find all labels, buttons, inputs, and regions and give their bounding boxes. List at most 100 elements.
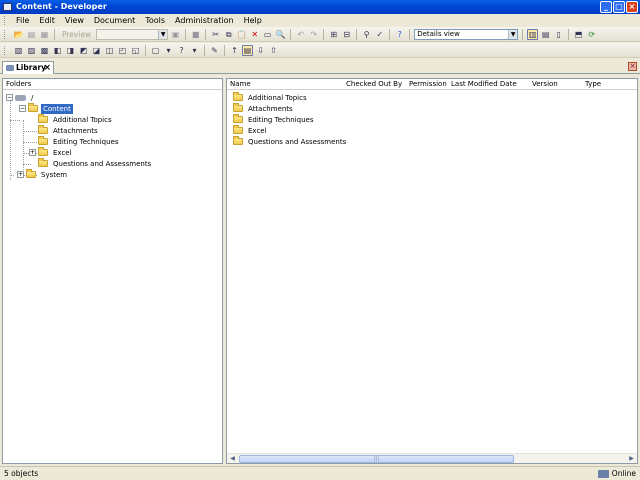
separator	[224, 44, 225, 56]
check-in-icon[interactable]: ⇩	[255, 45, 266, 56]
layout-split-icon[interactable]: ▤	[540, 29, 551, 40]
new-question-icon[interactable]: ◫	[104, 45, 115, 56]
publish-icon[interactable]: ⬒	[573, 29, 584, 40]
column-last-modified-date[interactable]: Last Modified Date	[451, 79, 517, 90]
menu-view[interactable]: View	[60, 14, 89, 27]
layout-pane-icon[interactable]: ▥	[527, 28, 539, 40]
wizard-icon[interactable]: ?	[176, 45, 187, 56]
paste-icon[interactable]: 📋	[236, 29, 247, 40]
close-tab-icon[interactable]: ×	[43, 62, 51, 74]
close-panel-icon[interactable]: ×	[628, 62, 637, 71]
menu-edit[interactable]: Edit	[34, 14, 60, 27]
tree-label: Editing Techniques	[53, 137, 119, 146]
new-web-page-icon[interactable]: ◧	[52, 45, 63, 56]
menu-file[interactable]: File	[11, 14, 34, 27]
menu-administration[interactable]: Administration	[170, 14, 239, 27]
column-name[interactable]: Name	[230, 79, 251, 90]
collapse-node-icon[interactable]: −	[6, 94, 13, 101]
open-icon[interactable]: 📂	[13, 29, 24, 40]
folder-icon	[233, 136, 243, 145]
collapse-node-icon[interactable]: −	[19, 105, 26, 112]
new-document-dropdown-icon[interactable]: ▾	[163, 45, 174, 56]
tree-item-questions-and-assessments[interactable]: Questions and Assessments	[38, 158, 153, 169]
stop-icon[interactable]: ■	[190, 29, 201, 40]
new-module-icon[interactable]: ▧	[13, 45, 24, 56]
new-section-icon[interactable]: ▨	[26, 45, 37, 56]
delete-icon[interactable]: ✕	[249, 29, 260, 40]
standard-toolbar: 📂 ▤ ▦ Preview ▼ ▣ ■ ✂ ⧉ 📋 ✕ ▭ 🔍 ↶ ↷ ⊞ ⊟ …	[0, 27, 640, 42]
tree-item-attachments[interactable]: Attachments	[38, 125, 100, 136]
help-icon[interactable]: ?	[394, 29, 405, 40]
layout-columns-icon[interactable]: ▯	[553, 29, 564, 40]
column-type[interactable]: Type	[585, 79, 601, 90]
tree-item-system[interactable]: + System	[17, 169, 69, 180]
new-role-icon[interactable]: ◪	[91, 45, 102, 56]
record-icon[interactable]: ◱	[130, 45, 141, 56]
object-count: 5 objects	[4, 469, 39, 478]
rename-icon[interactable]: ▭	[262, 29, 273, 40]
collapse-icon[interactable]: ⊟	[341, 29, 352, 40]
column-version[interactable]: Version	[532, 79, 558, 90]
library-icon	[6, 65, 14, 71]
tree-item-root[interactable]: − /	[6, 92, 35, 103]
list-item[interactable]: Additional Topics	[233, 92, 309, 103]
view-select[interactable]: Details view ▼	[414, 28, 519, 40]
folder-view-icon[interactable]: ▤	[242, 44, 253, 56]
minimize-button[interactable]: _	[600, 1, 612, 13]
wizard-dropdown-icon[interactable]: ▾	[189, 45, 200, 56]
maximize-button[interactable]: □	[613, 1, 625, 13]
properties-icon[interactable]: ▣	[170, 29, 181, 40]
new-topic-icon[interactable]: ▩	[39, 45, 50, 56]
toolbar-grip	[4, 45, 7, 55]
list-item[interactable]: Editing Techniques	[233, 114, 316, 125]
menu-grip	[4, 16, 7, 25]
list-item[interactable]: Attachments	[233, 103, 295, 114]
expand-icon[interactable]: ⊞	[328, 29, 339, 40]
tree-item-editing-techniques[interactable]: Editing Techniques	[38, 136, 121, 147]
folder-icon	[38, 136, 48, 145]
spellcheck-icon[interactable]: ✓	[374, 29, 385, 40]
undo-icon[interactable]: ↶	[295, 29, 306, 40]
menu-document[interactable]: Document	[89, 14, 140, 27]
column-permission[interactable]: Permission	[409, 79, 447, 90]
new-document-icon[interactable]: ▢	[150, 45, 161, 56]
close-button[interactable]: ×	[626, 1, 638, 13]
tree-item-excel[interactable]: + Excel	[29, 147, 74, 158]
scroll-left-icon[interactable]: ◀	[228, 455, 237, 463]
up-folder-icon[interactable]: ↑	[229, 45, 240, 56]
cut-icon[interactable]: ✂	[210, 29, 221, 40]
copy-icon[interactable]: ⧉	[223, 29, 234, 40]
column-header: Name Checked Out By Permission Last Modi…	[227, 79, 637, 90]
scroll-right-icon[interactable]: ▶	[627, 455, 636, 463]
scroll-thumb[interactable]: |||	[239, 455, 514, 463]
new-assessment-icon[interactable]: ◰	[117, 45, 128, 56]
preview-button[interactable]: Preview	[59, 30, 94, 39]
item-name: Attachments	[248, 104, 293, 113]
tab-library[interactable]: Library ×	[2, 61, 54, 74]
item-name: Editing Techniques	[248, 115, 314, 124]
folder-icon	[38, 147, 48, 156]
horizontal-scrollbar[interactable]: ◀ ||| ▶	[227, 453, 637, 463]
app-icon	[3, 3, 12, 11]
print-icon[interactable]: ▦	[39, 29, 50, 40]
menu-tools[interactable]: Tools	[140, 14, 170, 27]
preview-select[interactable]: ▼	[96, 28, 169, 40]
expand-node-icon[interactable]: +	[29, 149, 36, 156]
check-out-icon[interactable]: ⇧	[268, 45, 279, 56]
column-checked-out-by[interactable]: Checked Out By	[346, 79, 402, 90]
tree-item-content[interactable]: − Content	[19, 103, 73, 114]
tree-item-additional-topics[interactable]: Additional Topics	[38, 114, 114, 125]
edit-document-icon[interactable]: ✎	[209, 45, 220, 56]
new-glossary-icon[interactable]: ◩	[78, 45, 89, 56]
refresh-icon[interactable]: ⟳	[586, 29, 597, 40]
expand-node-icon[interactable]: +	[17, 171, 24, 178]
binoculars-icon[interactable]: ⚲	[361, 29, 372, 40]
list-item[interactable]: Questions and Assessments	[233, 136, 348, 147]
list-item[interactable]: Excel	[233, 125, 269, 136]
new-package-icon[interactable]: ◨	[65, 45, 76, 56]
save-icon[interactable]: ▤	[26, 29, 37, 40]
find-icon[interactable]: 🔍	[275, 29, 286, 40]
menu-help[interactable]: Help	[239, 14, 267, 27]
redo-icon[interactable]: ↷	[308, 29, 319, 40]
item-name: Excel	[248, 126, 267, 135]
